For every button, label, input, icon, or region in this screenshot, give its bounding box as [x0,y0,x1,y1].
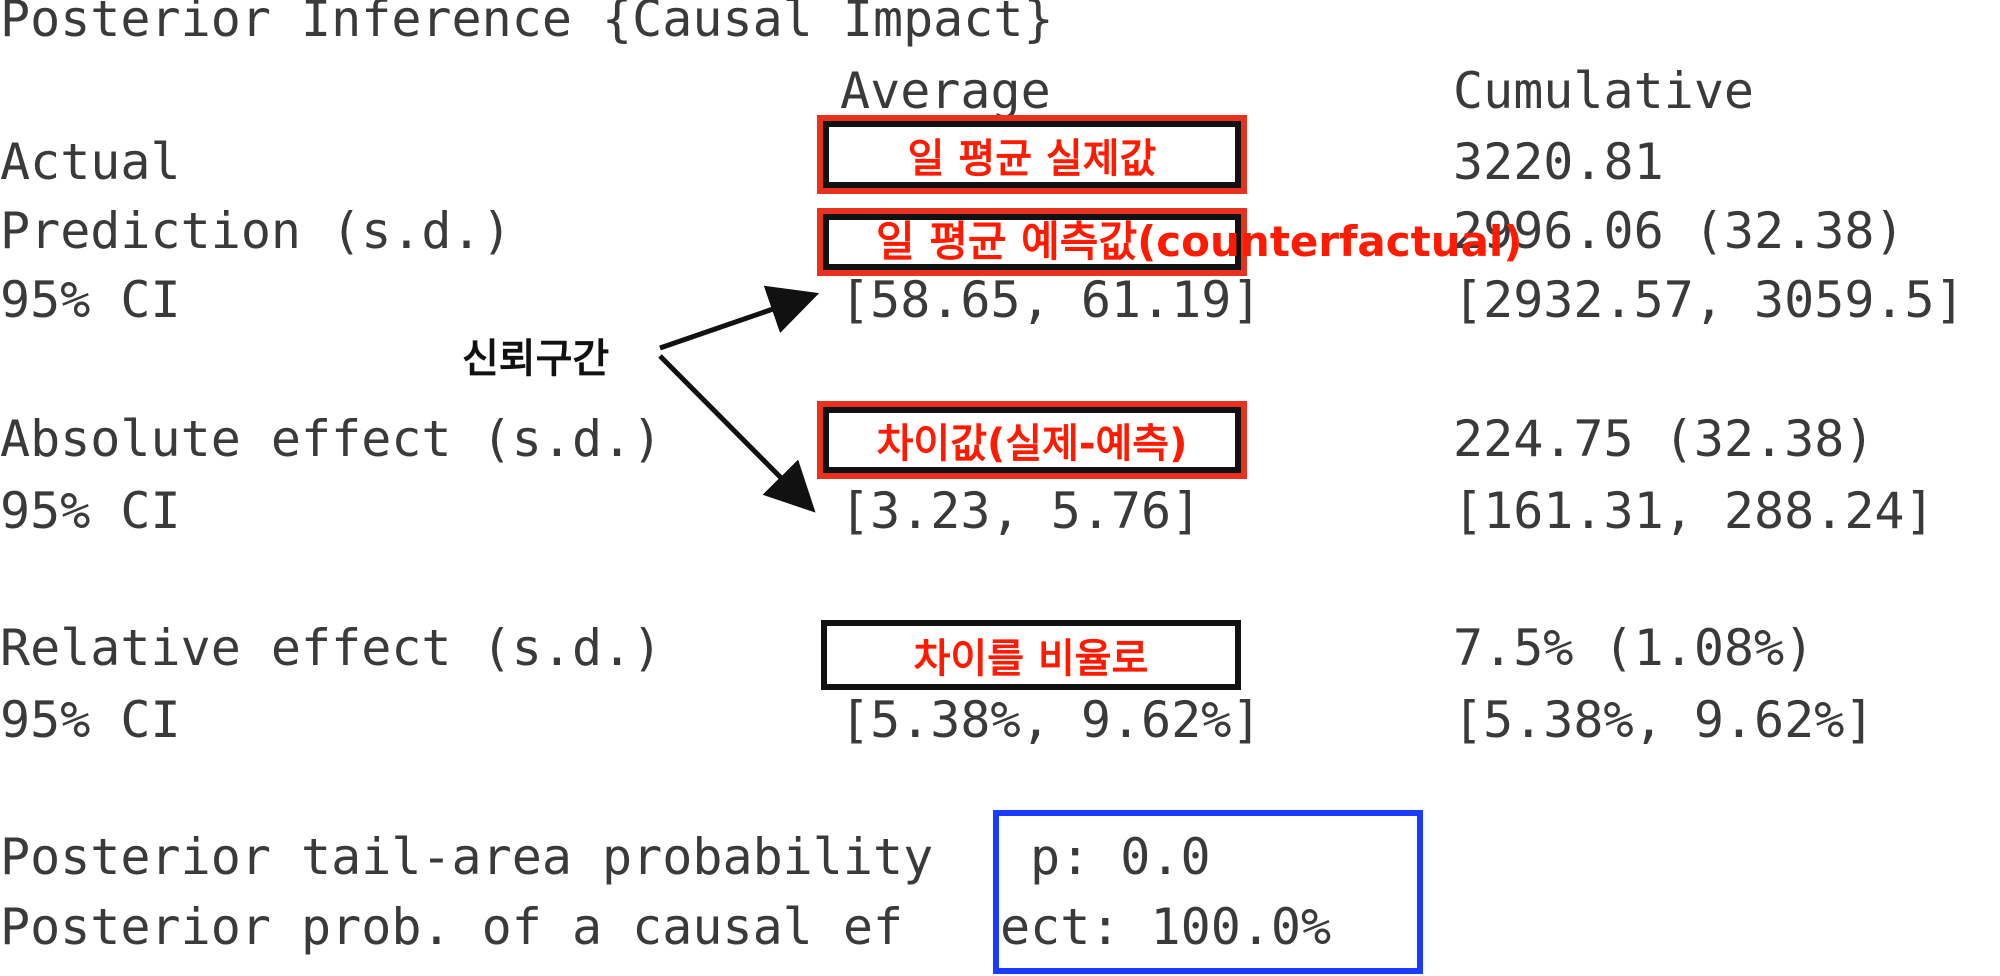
arrow-to-pred-ci [659,285,820,351]
p-value-highlight [993,810,1423,974]
arrow-to-abs-ci [658,354,816,513]
